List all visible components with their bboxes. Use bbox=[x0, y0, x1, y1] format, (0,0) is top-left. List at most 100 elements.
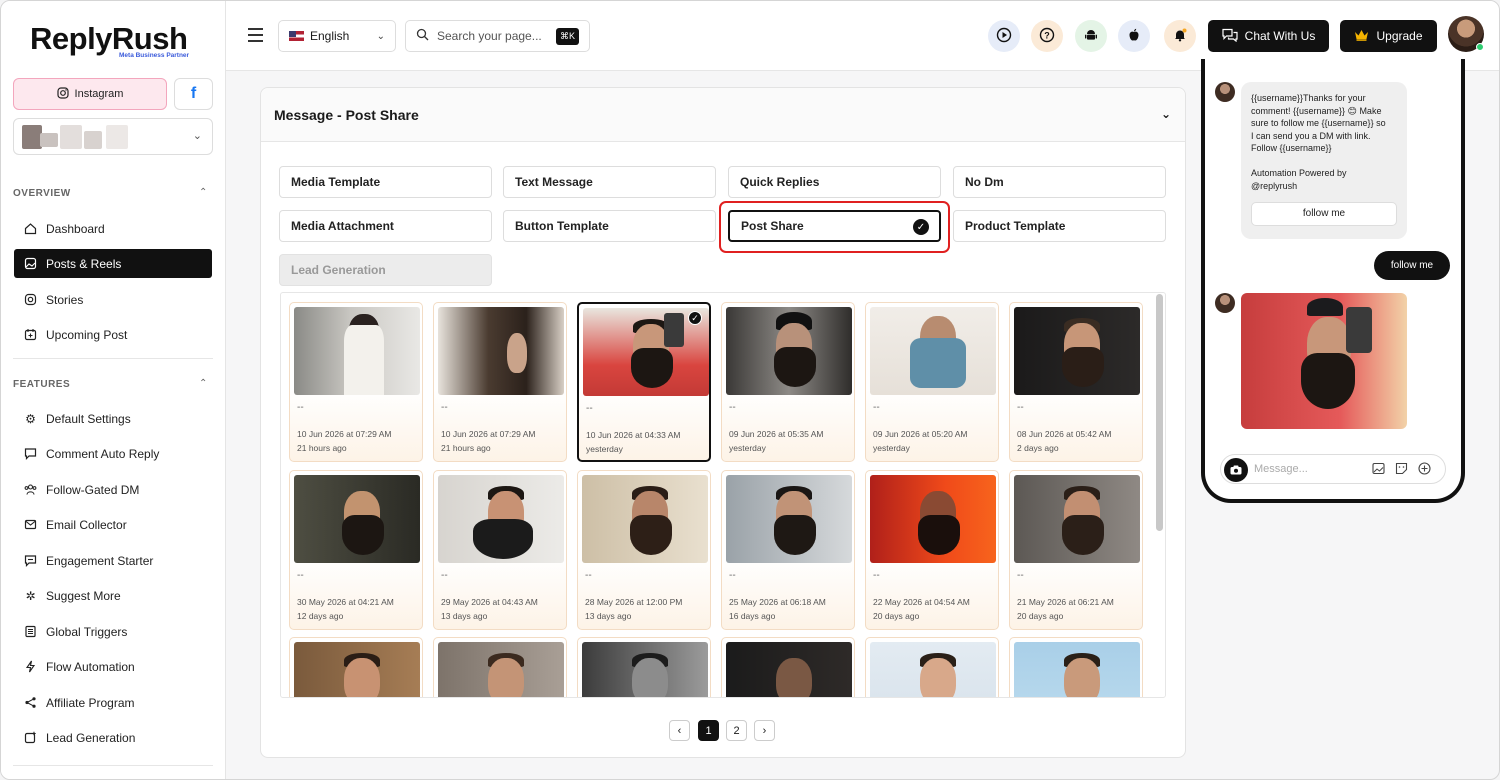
sidebar-item-engagement-starter[interactable]: Engagement Starter bbox=[14, 546, 212, 575]
option-quick-replies[interactable]: Quick Replies bbox=[728, 166, 941, 198]
android-app-button[interactable] bbox=[1075, 20, 1107, 52]
post-card[interactable]: -- 28 May 2026 at 12:00 PM 13 days ago bbox=[577, 470, 711, 630]
divider bbox=[13, 358, 213, 359]
pagination-prev-button[interactable]: ‹ bbox=[669, 720, 690, 741]
post-card-selected[interactable]: ✓ -- 10 Jun 2026 at 04:33 AM yesterday bbox=[577, 302, 711, 462]
sidebar-item-suggest-more[interactable]: ✲ Suggest More bbox=[14, 581, 212, 610]
sidebar-item-email-collector[interactable]: Email Collector bbox=[14, 510, 212, 539]
post-card[interactable]: -- 08 Jun 2026 at 05:42 AM 2 days ago bbox=[1009, 302, 1143, 462]
message-line: @replyrush bbox=[1251, 180, 1298, 191]
pagination-next-button[interactable]: › bbox=[754, 720, 775, 741]
post-card[interactable]: -- 10 Jun 2026 at 07:29 AM 21 hours ago bbox=[289, 302, 423, 462]
language-select[interactable]: English ⌄ bbox=[278, 20, 396, 52]
preview-message-bubble: {{username}}Thanks for your comment! {{u… bbox=[1241, 82, 1407, 239]
menu-toggle-icon[interactable] bbox=[248, 28, 263, 46]
chat-with-us-button[interactable]: Chat With Us bbox=[1208, 20, 1329, 52]
post-card[interactable]: -- 29 May 2026 at 04:43 AM 13 days ago bbox=[433, 470, 567, 630]
post-relative-time: 21 hours ago bbox=[297, 443, 347, 453]
post-card[interactable] bbox=[577, 637, 711, 697]
sidebar-item-label: Follow-Gated DM bbox=[46, 482, 140, 497]
notifications-button[interactable] bbox=[1164, 20, 1196, 52]
post-thumbnail bbox=[1014, 475, 1140, 563]
chevron-up-icon[interactable]: ⌃ bbox=[199, 378, 207, 389]
sidebar-item-label: Affiliate Program bbox=[46, 695, 135, 710]
sidebar-item-global-triggers[interactable]: Global Triggers bbox=[14, 617, 212, 646]
option-text-message[interactable]: Text Message bbox=[503, 166, 716, 198]
upgrade-button[interactable]: Upgrade bbox=[1340, 20, 1437, 52]
add-icon bbox=[24, 731, 37, 744]
chat-icon bbox=[24, 554, 37, 567]
video-tutorial-button[interactable] bbox=[988, 20, 1020, 52]
preview-message-composer[interactable]: Message... bbox=[1220, 454, 1446, 484]
search-input[interactable]: Search your page... ⌘K bbox=[405, 20, 590, 52]
post-card[interactable] bbox=[289, 637, 423, 697]
panel-header[interactable]: Message - Post Share ⌄ bbox=[261, 88, 1185, 142]
sidebar-item-stories[interactable]: Stories bbox=[14, 285, 212, 314]
post-card[interactable]: -- 30 May 2026 at 04:21 AM 12 days ago bbox=[289, 470, 423, 630]
pagination-page-1[interactable]: 1 bbox=[698, 720, 719, 741]
sidebar-item-upcoming-post[interactable]: Upcoming Post bbox=[14, 320, 212, 349]
android-icon bbox=[1084, 28, 1098, 45]
add-circle-icon[interactable] bbox=[1418, 462, 1431, 478]
pagination-page-2[interactable]: 2 bbox=[726, 720, 747, 741]
help-icon: ? bbox=[1039, 27, 1055, 46]
sidebar-item-label: Suggest More bbox=[46, 588, 121, 603]
post-caption: -- bbox=[873, 402, 880, 413]
thumb-detail bbox=[629, 514, 672, 555]
sidebar-item-flow-automation[interactable]: Flow Automation bbox=[14, 652, 212, 681]
sidebar-item-affiliate-program[interactable]: Affiliate Program bbox=[14, 688, 212, 717]
post-card[interactable]: -- 21 May 2026 at 06:21 AM 20 days ago bbox=[1009, 470, 1143, 630]
option-button-template[interactable]: Button Template bbox=[503, 210, 716, 242]
post-thumbnail bbox=[870, 307, 996, 395]
post-date: 21 May 2026 at 06:21 AM bbox=[1017, 597, 1114, 607]
thumb-detail bbox=[1061, 346, 1104, 387]
post-caption: -- bbox=[585, 570, 592, 581]
post-date: 10 Jun 2026 at 07:29 AM bbox=[297, 429, 392, 439]
option-no-dm[interactable]: No Dm bbox=[953, 166, 1166, 198]
gallery-icon[interactable] bbox=[1372, 462, 1385, 478]
instagram-account-button[interactable]: Instagram bbox=[13, 78, 167, 110]
sidebar-item-posts-reels[interactable]: Posts & Reels bbox=[14, 249, 212, 278]
account-blur-1 bbox=[40, 133, 58, 147]
option-media-attachment[interactable]: Media Attachment bbox=[279, 210, 492, 242]
sidebar-item-comment-auto-reply[interactable]: Comment Auto Reply bbox=[14, 439, 212, 468]
post-card[interactable]: -- 10 Jun 2026 at 07:29 AM 21 hours ago bbox=[433, 302, 567, 462]
post-card[interactable] bbox=[721, 637, 855, 697]
post-card[interactable]: -- 09 Jun 2026 at 05:35 AM yesterday bbox=[721, 302, 855, 462]
preview-follow-button[interactable]: follow me bbox=[1251, 202, 1397, 226]
thumb-detail bbox=[663, 313, 684, 348]
sidebar-item-label: Stories bbox=[46, 292, 84, 307]
bell-icon bbox=[1173, 28, 1187, 45]
sidebar-item-default-settings[interactable]: ⚙ Default Settings bbox=[14, 404, 212, 433]
chevron-down-icon: ⌄ bbox=[376, 30, 385, 42]
sidebar-item-follow-gated-dm[interactable]: Follow-Gated DM bbox=[14, 475, 212, 504]
option-media-template[interactable]: Media Template bbox=[279, 166, 492, 198]
post-card[interactable] bbox=[865, 637, 999, 697]
post-card[interactable]: -- 09 Jun 2026 at 05:20 AM yesterday bbox=[865, 302, 999, 462]
facebook-account-button[interactable]: f bbox=[174, 78, 213, 110]
post-date: 28 May 2026 at 12:00 PM bbox=[585, 597, 683, 607]
post-card[interactable] bbox=[433, 637, 567, 697]
post-card[interactable]: -- 22 May 2026 at 04:54 AM 20 days ago bbox=[865, 470, 999, 630]
sidebar-item-lead-generation[interactable]: Lead Generation bbox=[14, 723, 212, 752]
option-product-template[interactable]: Product Template bbox=[953, 210, 1166, 242]
post-thumbnail bbox=[726, 475, 852, 563]
thumb-detail bbox=[920, 657, 957, 697]
message-line: sure to follow me {{username}} so bbox=[1251, 118, 1386, 128]
posts-scrollbar[interactable] bbox=[1156, 294, 1163, 531]
camera-icon[interactable] bbox=[1224, 458, 1248, 482]
sticker-icon[interactable] bbox=[1395, 462, 1408, 478]
ios-app-button[interactable] bbox=[1118, 20, 1150, 52]
post-thumbnail bbox=[294, 307, 420, 395]
svg-text:?: ? bbox=[1044, 30, 1050, 40]
chevron-up-icon[interactable]: ⌃ bbox=[199, 187, 207, 198]
post-card[interactable]: -- 25 May 2026 at 06:18 AM 16 days ago bbox=[721, 470, 855, 630]
account-selector[interactable]: ⌄ bbox=[13, 118, 213, 155]
sidebar-item-label: Lead Generation bbox=[46, 730, 136, 745]
post-card[interactable] bbox=[1009, 637, 1143, 697]
post-caption: -- bbox=[873, 570, 880, 581]
chevron-down-icon[interactable]: ⌄ bbox=[1161, 107, 1171, 121]
sidebar-item-dashboard[interactable]: Dashboard bbox=[14, 214, 212, 243]
help-button[interactable]: ? bbox=[1031, 20, 1063, 52]
bolt-icon bbox=[24, 660, 37, 673]
